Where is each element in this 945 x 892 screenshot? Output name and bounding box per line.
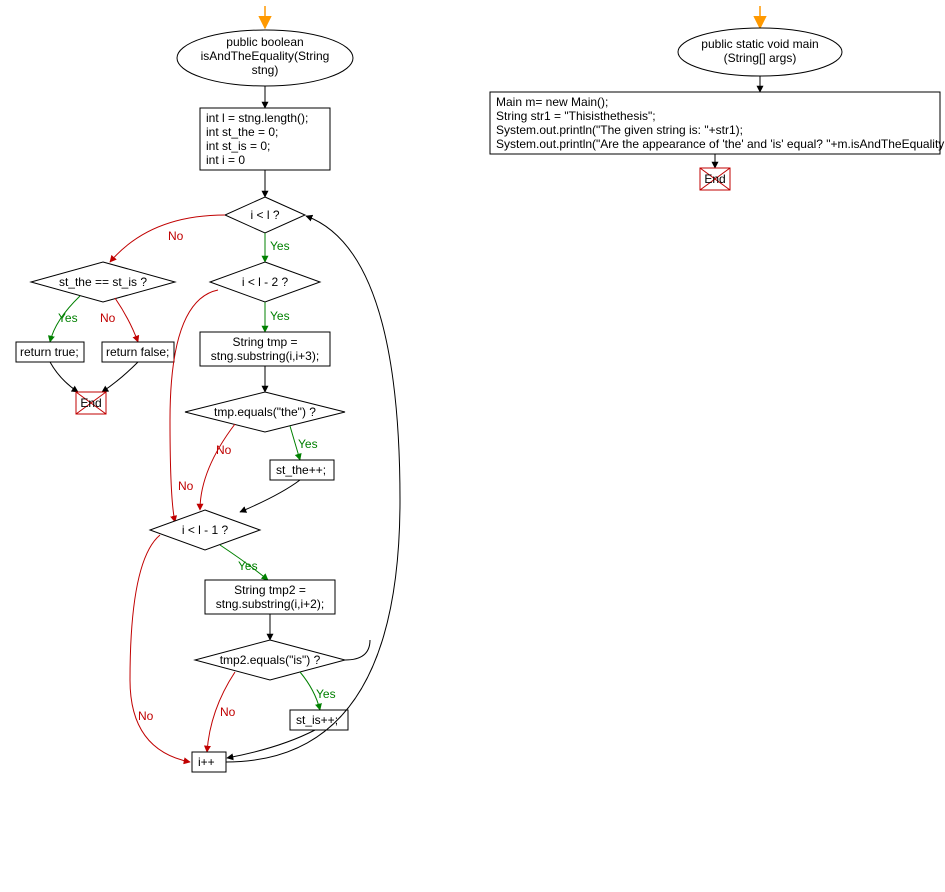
edge-cond2-no (115, 298, 138, 342)
tmp2-l1: String tmp2 = (234, 583, 306, 597)
cond2-text: st_the == st_is ? (59, 275, 147, 289)
cond6-no-label: No (220, 705, 236, 719)
edge-retfalse-end (102, 362, 138, 392)
tmp1-l2: stng.substring(i,i+3); (211, 349, 319, 363)
cond5-text: i < l - 1 ? (182, 523, 229, 537)
body2-l4: System.out.println("Are the appearance o… (496, 137, 945, 151)
body2-l1: Main m= new Main(); (496, 95, 608, 109)
init-l1: int l = stng.length(); (206, 111, 308, 125)
sig2-l2: (String[] args) (724, 51, 797, 65)
sig1-line3: stng) (252, 63, 279, 77)
end-node-2: End (700, 168, 730, 190)
cond2-yes-label: Yes (58, 311, 78, 325)
cond5-yes-label: Yes (238, 559, 258, 573)
tmp2-l2: stng.substring(i,i+2); (216, 597, 324, 611)
cond4-yes-label: Yes (298, 437, 318, 451)
cond2-no-label: No (100, 311, 116, 325)
cond1-text: i < l ? (250, 208, 279, 222)
edge-cond4-no (200, 424, 235, 510)
sig1-line2: isAndTheEquality(String (201, 49, 330, 63)
init-l2: int st_the = 0; (206, 125, 278, 139)
cond4-no-label: No (216, 443, 232, 457)
sig1-line1: public boolean (226, 35, 303, 49)
cond6-text: tmp2.equals("is") ? (220, 653, 321, 667)
cond6-yes-label: Yes (316, 687, 336, 701)
edge-cond6-side (345, 640, 370, 660)
body2-l3: System.out.println("The given string is:… (496, 123, 743, 137)
incthe-text: st_the++; (276, 463, 326, 477)
ret-true-text: return true; (20, 345, 79, 359)
cond5-no-label: No (138, 709, 154, 723)
cond4-text: tmp.equals("the") ? (214, 405, 316, 419)
svg-text:End: End (80, 396, 101, 410)
cond3-no-label: No (178, 479, 194, 493)
cond3-yes-label: Yes (270, 309, 290, 323)
edge-incis-inc-i (227, 730, 315, 758)
edge-incthe-cond5 (240, 480, 300, 512)
cond1-yes-label: Yes (270, 239, 290, 253)
init-l4: int i = 0 (206, 153, 245, 167)
sig2-l1: public static void main (701, 37, 818, 51)
body2-l2: String str1 = "Thisisthethesis"; (496, 109, 656, 123)
inci-text: i++ (198, 755, 215, 769)
svg-text:End: End (704, 172, 725, 186)
edge-cond5-no (130, 535, 190, 762)
tmp1-l1: String tmp = (232, 335, 297, 349)
ret-false-text: return false; (106, 345, 169, 359)
edge-rettrue-end (50, 362, 78, 392)
cond3-text: i < l - 2 ? (242, 275, 289, 289)
edge-inci-loopback (226, 216, 400, 762)
end-node-1: End (76, 392, 106, 414)
init-l3: int st_is = 0; (206, 139, 270, 153)
cond1-no-label: No (168, 229, 184, 243)
